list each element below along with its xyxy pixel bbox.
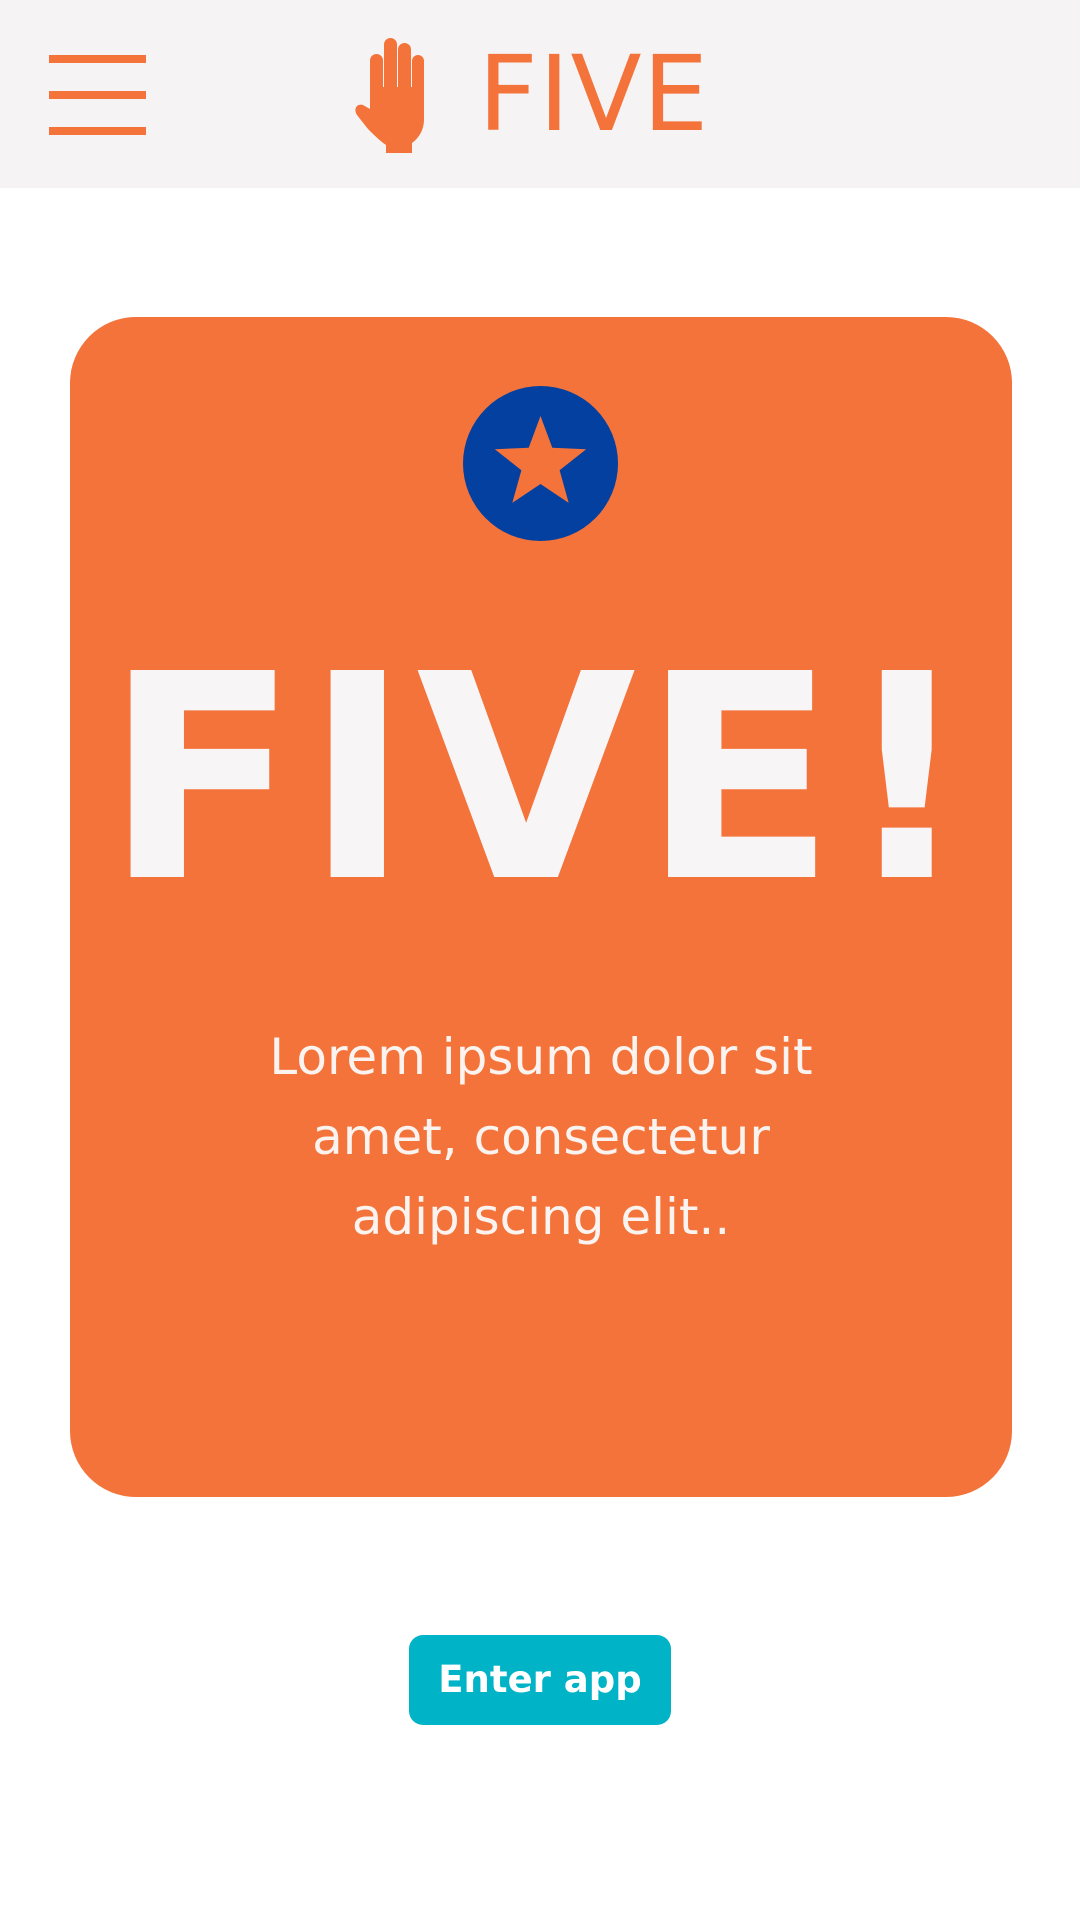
app-header: FIVE	[0, 0, 1080, 188]
menu-bar-bottom	[49, 127, 146, 135]
enter-app-button[interactable]: Enter app	[409, 1635, 671, 1725]
hero-card: FIVE! Lorem ipsum dolor sit amet, consec…	[70, 317, 1012, 1497]
menu-bar-middle	[49, 91, 146, 99]
brand-name: FIVE	[478, 33, 710, 155]
raised-hand-icon	[355, 38, 424, 153]
menu-bar-top	[49, 55, 146, 63]
hero-title: FIVE!	[104, 613, 978, 944]
brand-logo: FIVE	[354, 34, 709, 154]
hero-description: Lorem ipsum dolor sit amet, consectetur …	[269, 1028, 813, 1246]
hamburger-menu-icon[interactable]	[49, 55, 146, 135]
star-badge	[463, 386, 618, 541]
star-icon	[494, 416, 587, 503]
